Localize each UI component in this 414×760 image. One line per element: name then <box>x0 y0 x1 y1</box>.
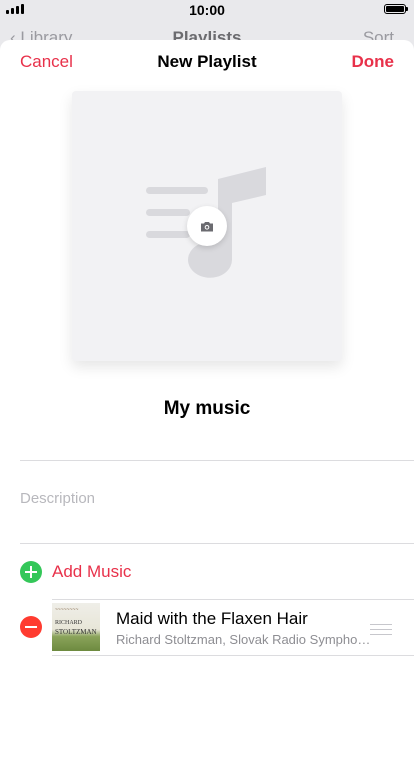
status-time: 10:00 <box>189 2 225 18</box>
add-music-label: Add Music <box>52 562 132 581</box>
add-music-button[interactable]: Add Music <box>20 561 131 583</box>
new-playlist-sheet: Cancel New Playlist Done My music Descri… <box>0 40 414 760</box>
description-field[interactable]: Description <box>20 490 95 507</box>
reorder-handle-icon[interactable] <box>370 624 392 639</box>
divider <box>20 460 414 461</box>
album-art-line1: RICHARD <box>55 620 83 626</box>
album-art-small-text: ~~~~~~~~ <box>55 607 79 613</box>
remove-song-button[interactable] <box>20 616 42 638</box>
battery-icon <box>384 4 408 14</box>
divider <box>52 655 414 656</box>
playlist-name-field[interactable]: My music <box>0 398 414 420</box>
plus-circle-icon <box>20 561 42 583</box>
playlist-artwork[interactable] <box>72 91 342 361</box>
camera-icon <box>201 221 213 231</box>
album-art-line2: STOLTZMAN <box>55 628 97 636</box>
status-bar: 10:00 <box>0 0 414 20</box>
song-artwork: ~~~~~~~~ RICHARD STOLTZMAN <box>52 603 100 651</box>
sheet-nav-bar: Cancel New Playlist Done <box>0 40 414 84</box>
done-button[interactable]: Done <box>352 52 395 72</box>
song-title: Maid with the Flaxen Hair <box>116 609 308 628</box>
song-artist: Richard Stoltzman, Slovak Radio Symphony… <box>116 632 372 647</box>
camera-button[interactable] <box>187 206 227 246</box>
divider <box>20 543 414 544</box>
song-row[interactable]: ~~~~~~~~ RICHARD STOLTZMAN Maid with the… <box>0 600 414 656</box>
